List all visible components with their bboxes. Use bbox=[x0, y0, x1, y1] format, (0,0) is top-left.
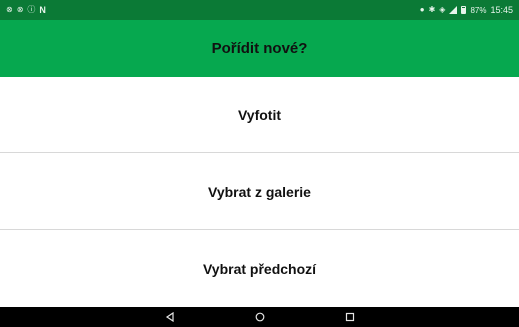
status-right-icons: ● ✱ ◈ 87% 15:45 bbox=[420, 5, 513, 15]
choose-previous-button[interactable]: Vybrat předchozí bbox=[0, 231, 519, 307]
recents-button[interactable] bbox=[340, 307, 360, 327]
take-photo-label: Vyfotit bbox=[237, 106, 282, 123]
app-bar: Pořídit nové? bbox=[0, 20, 519, 77]
recents-icon bbox=[345, 312, 354, 322]
info-icon: ⓘ bbox=[27, 5, 36, 14]
sync-icon: ◈ bbox=[439, 5, 446, 14]
back-icon bbox=[165, 312, 174, 322]
status-left-icons: ⊗ ⊗ ⓘ N bbox=[6, 5, 46, 15]
choose-previous-label: Vybrat předchozí bbox=[202, 261, 317, 277]
n-icon: N bbox=[39, 5, 46, 15]
bluetooth-icon: ✱ bbox=[428, 5, 436, 14]
location-icon: ● bbox=[419, 5, 425, 14]
take-photo-button[interactable]: Vyfotit bbox=[0, 77, 519, 153]
notification-icon: ⊗ bbox=[6, 5, 13, 14]
signal-icon bbox=[449, 6, 458, 14]
status-bar: ⊗ ⊗ ⓘ N ● ✱ ◈ 87% 15:45 bbox=[0, 0, 519, 20]
notification-icon: ⊗ bbox=[16, 5, 24, 14]
home-button[interactable] bbox=[250, 307, 270, 327]
clock: 15:45 bbox=[490, 5, 513, 15]
page-title: Pořídit nové? bbox=[211, 40, 308, 57]
choose-from-gallery-label: Vybrat z galerie bbox=[208, 183, 311, 200]
battery-percent: 87% bbox=[470, 5, 487, 15]
battery-icon bbox=[461, 6, 467, 14]
home-icon bbox=[255, 312, 264, 322]
back-button[interactable] bbox=[160, 307, 180, 327]
navigation-bar bbox=[0, 307, 519, 327]
choose-from-gallery-button[interactable]: Vybrat z galerie bbox=[0, 154, 519, 230]
